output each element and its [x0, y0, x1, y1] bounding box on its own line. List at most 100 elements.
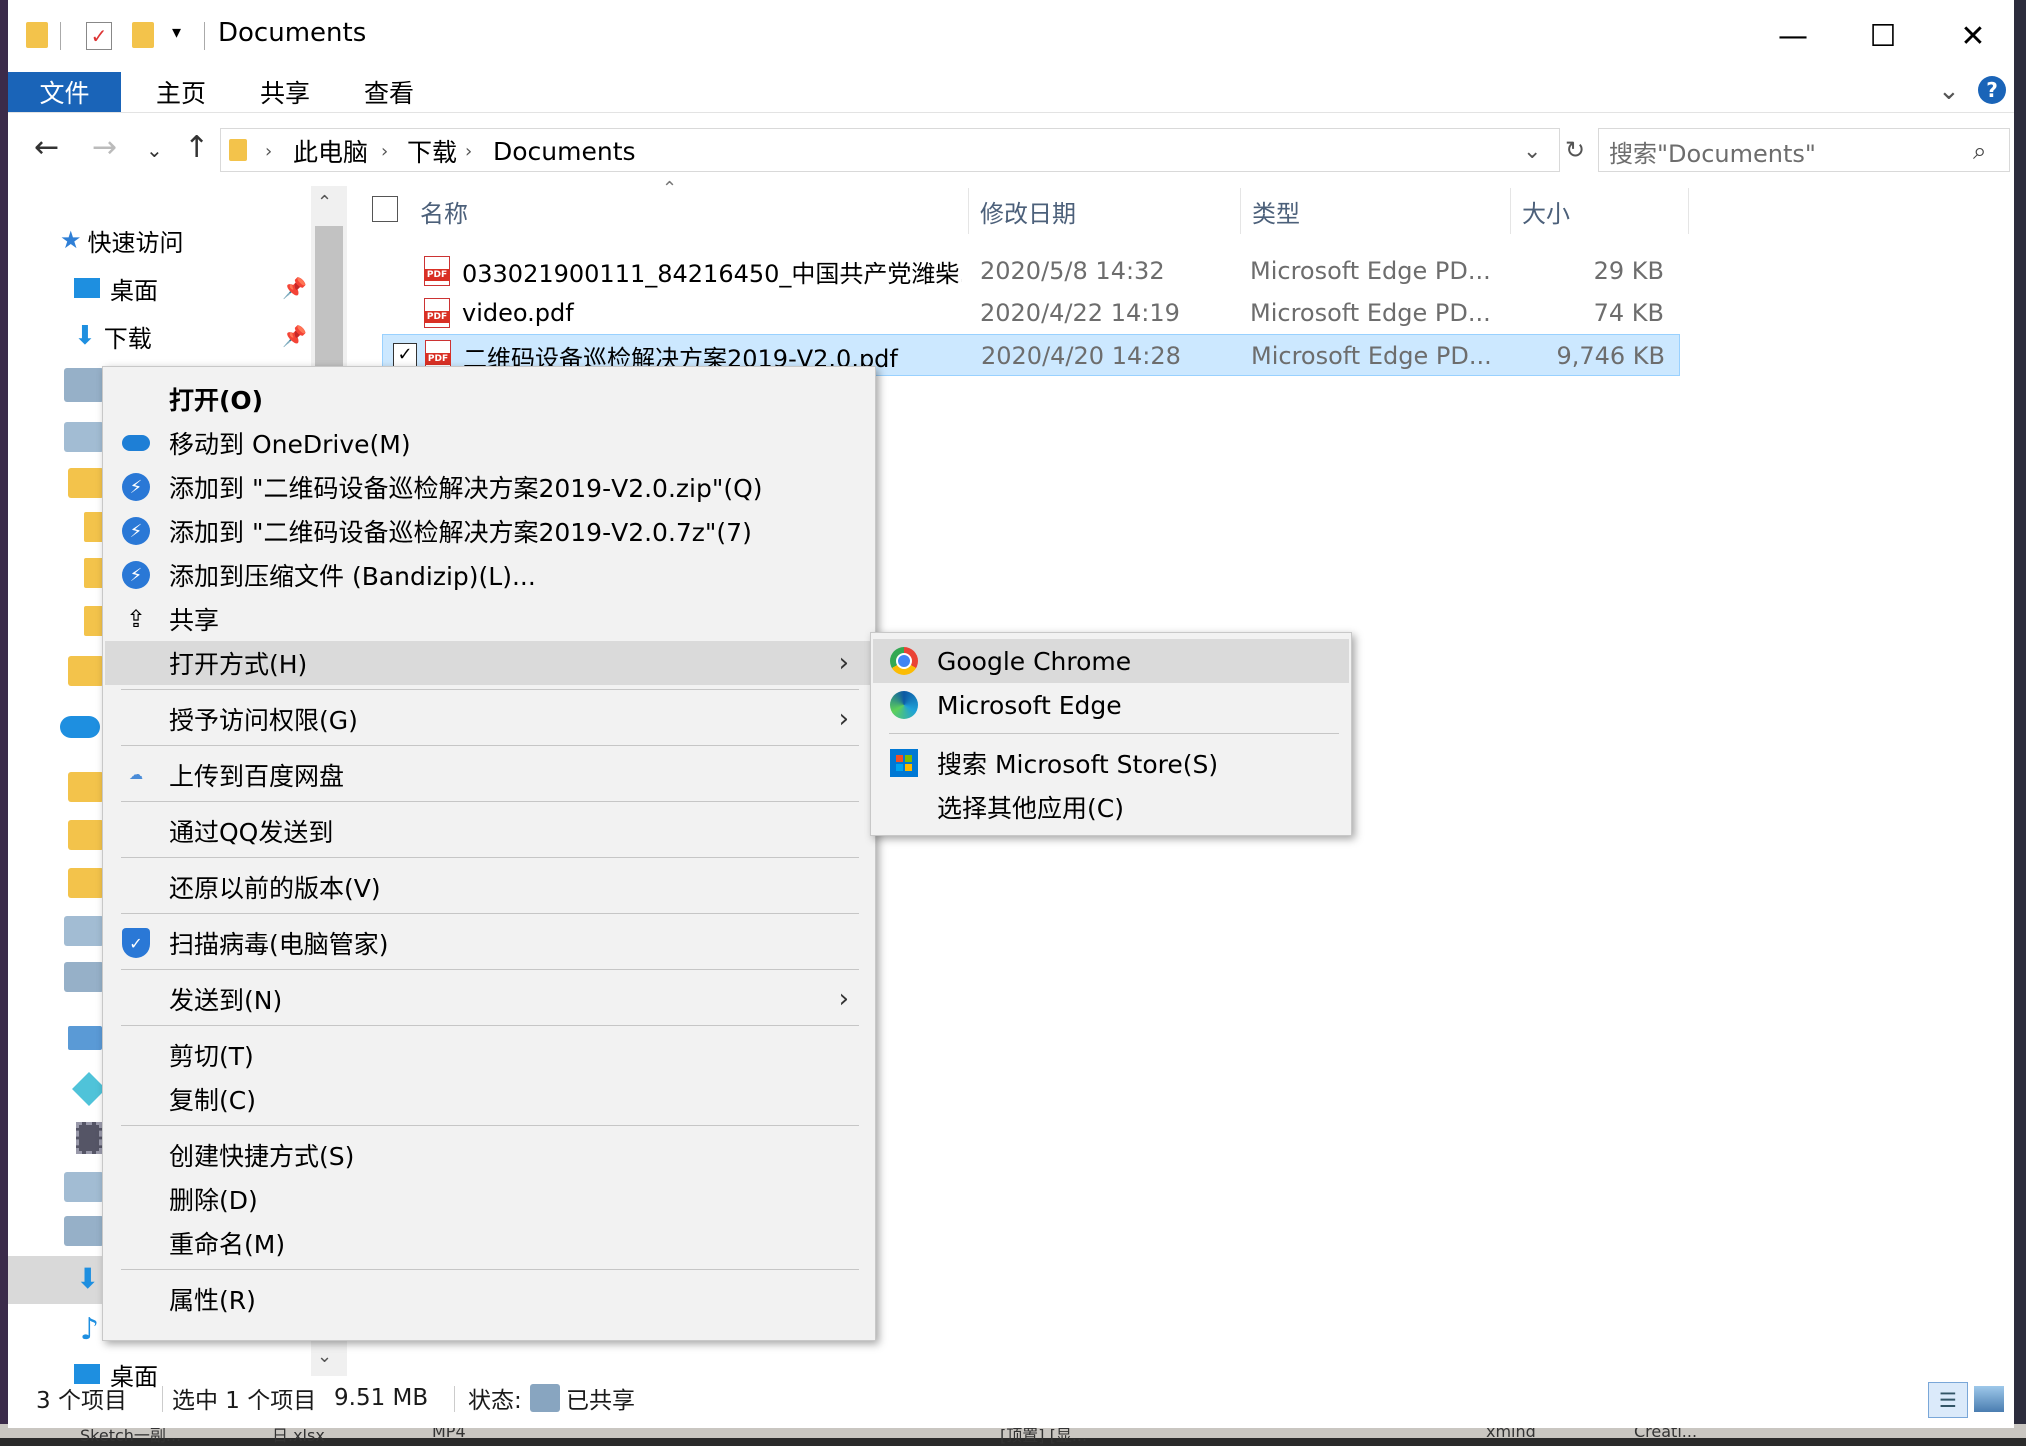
- folder-icon[interactable]: [68, 656, 104, 686]
- file-row[interactable]: video.pdf 2020/4/22 14:19 Microsoft Edge…: [382, 292, 1680, 334]
- column-header-name[interactable]: 名称: [420, 188, 960, 234]
- shared-folder-icon[interactable]: [64, 916, 104, 946]
- scroll-down-icon[interactable]: ⌄: [317, 1346, 332, 1367]
- nav-item-downloads[interactable]: ⬇ 下载 📌: [74, 316, 314, 356]
- folder-icon[interactable]: [68, 468, 104, 498]
- menu-item-open[interactable]: 打开(O): [105, 377, 873, 421]
- tab-file[interactable]: 文件: [8, 72, 121, 112]
- submenu-item-choose-other[interactable]: 选择其他应用(C): [873, 785, 1349, 829]
- star-icon: ★: [60, 226, 82, 254]
- menu-item-cut[interactable]: 剪切(T): [105, 1033, 873, 1077]
- nav-label: 下载: [103, 324, 152, 353]
- column-divider[interactable]: [1240, 188, 1241, 234]
- breadcrumb-documents[interactable]: Documents: [493, 129, 636, 173]
- menu-item-send-qq[interactable]: 通过QQ发送到: [105, 809, 873, 853]
- shared-folder-icon[interactable]: [64, 1172, 104, 1202]
- onedrive-icon[interactable]: [60, 716, 100, 738]
- folder-icon[interactable]: [84, 606, 104, 636]
- menu-item-restore-versions[interactable]: 还原以前的版本(V): [105, 865, 873, 909]
- shared-folder-icon[interactable]: [64, 368, 104, 402]
- tab-home[interactable]: 主页: [136, 72, 226, 112]
- chevron-right-icon: ›: [838, 984, 849, 1014]
- submenu-item-edge[interactable]: Microsoft Edge: [873, 683, 1349, 727]
- menu-item-add-zip[interactable]: ⚡ 添加到 "二维码设备巡检解决方案2019-V2.0.zip"(Q): [105, 465, 873, 509]
- menu-label: 重命名(M): [169, 1230, 286, 1259]
- address-dropdown-icon[interactable]: ⌄: [1523, 129, 1541, 173]
- folder-icon[interactable]: [68, 772, 104, 802]
- large-icons-view-icon[interactable]: [1974, 1386, 2004, 1412]
- row-checkbox[interactable]: ✓: [393, 343, 417, 367]
- pin-icon[interactable]: 📌: [282, 324, 307, 348]
- videos-icon[interactable]: [76, 1122, 102, 1154]
- folder-icon[interactable]: [68, 868, 104, 898]
- recent-locations-icon[interactable]: ⌄: [146, 138, 163, 162]
- bandizip-icon: ⚡: [121, 472, 151, 502]
- up-arrow-icon[interactable]: ↑: [184, 130, 209, 165]
- menu-item-properties[interactable]: 属性(R): [105, 1277, 873, 1321]
- menu-item-open-with[interactable]: 打开方式(H) ›: [105, 641, 873, 685]
- close-button[interactable]: ✕: [1928, 0, 2014, 72]
- search-icon[interactable]: ⌕: [1973, 129, 1986, 173]
- folder-icon[interactable]: [68, 820, 104, 850]
- scrollbar-thumb[interactable]: [315, 226, 343, 376]
- breadcrumb-separator-icon[interactable]: ›: [381, 129, 388, 173]
- ribbon-expand-icon[interactable]: ⌄: [1938, 76, 1960, 106]
- maximize-button[interactable]: ☐: [1838, 0, 1928, 72]
- menu-item-delete[interactable]: 删除(D): [105, 1177, 873, 1221]
- qat-dropdown-icon[interactable]: ▾: [172, 22, 181, 43]
- 3d-objects-icon[interactable]: [72, 1072, 106, 1106]
- menu-item-upload-baidu[interactable]: ☁ 上传到百度网盘: [105, 753, 873, 797]
- tab-share[interactable]: 共享: [240, 72, 330, 112]
- menu-item-add-archive[interactable]: ⚡ 添加到压缩文件 (Bandizip)(L)...: [105, 553, 873, 597]
- menu-item-rename[interactable]: 重命名(M): [105, 1221, 873, 1265]
- pin-icon[interactable]: 📌: [282, 276, 307, 300]
- menu-item-share[interactable]: ⇪ 共享: [105, 597, 873, 641]
- file-row[interactable]: 033021900111_84216450_中国共产党潍柴... 2020/5/…: [382, 250, 1680, 292]
- music-icon[interactable]: ♪: [80, 1312, 99, 1347]
- menu-item-send-to[interactable]: 发送到(N) ›: [105, 977, 873, 1021]
- column-header-type[interactable]: 类型: [1252, 188, 1502, 234]
- submenu-item-store[interactable]: 搜索 Microsoft Store(S): [873, 741, 1349, 785]
- shared-folder-icon[interactable]: [64, 962, 104, 992]
- column-header-size[interactable]: 大小: [1522, 188, 1682, 234]
- column-divider[interactable]: [1688, 188, 1689, 234]
- menu-label: 创建快捷方式(S): [169, 1142, 355, 1171]
- column-divider[interactable]: [1510, 188, 1511, 234]
- menu-item-copy[interactable]: 复制(C): [105, 1077, 873, 1121]
- details-view-icon[interactable]: ☰: [1928, 1382, 1968, 1418]
- column-divider[interactable]: [968, 188, 969, 234]
- menu-item-add-7z[interactable]: ⚡ 添加到 "二维码设备巡检解决方案2019-V2.0.7z"(7): [105, 509, 873, 553]
- breadcrumb-this-pc[interactable]: 此电脑: [293, 129, 368, 173]
- address-bar[interactable]: › 此电脑 › 下载 › Documents ⌄: [220, 128, 1560, 172]
- shared-folder-icon[interactable]: [64, 422, 104, 452]
- help-icon[interactable]: ?: [1978, 76, 2006, 104]
- folder-icon[interactable]: [84, 558, 104, 588]
- menu-item-move-to-onedrive[interactable]: 移动到 OneDrive(M): [105, 421, 873, 465]
- back-arrow-icon[interactable]: ←: [34, 130, 59, 165]
- new-folder-icon[interactable]: [132, 22, 154, 48]
- shared-folder-icon[interactable]: [64, 1216, 104, 1246]
- search-box[interactable]: 搜索"Documents" ⌕: [1598, 128, 2010, 172]
- tab-view[interactable]: 查看: [344, 72, 434, 112]
- title-divider: [204, 22, 205, 50]
- column-header-date[interactable]: 修改日期: [980, 188, 1240, 234]
- nav-item-desktop[interactable]: 桌面 📌: [74, 268, 314, 308]
- select-all-checkbox[interactable]: [372, 196, 398, 222]
- forward-arrow-icon[interactable]: →: [92, 130, 117, 165]
- folder-icon[interactable]: [84, 512, 104, 542]
- breadcrumb-separator-icon[interactable]: ›: [265, 129, 272, 173]
- submenu-item-chrome[interactable]: Google Chrome: [873, 639, 1349, 683]
- ribbon-divider: [8, 112, 2014, 113]
- breadcrumb-separator-icon[interactable]: ›: [465, 129, 472, 173]
- menu-item-grant-access[interactable]: 授予访问权限(G) ›: [105, 697, 873, 741]
- properties-icon[interactable]: ✓: [86, 22, 112, 50]
- menu-item-scan-virus[interactable]: ✓ 扫描病毒(电脑管家): [105, 921, 873, 965]
- refresh-icon[interactable]: ↻: [1560, 128, 1590, 172]
- nav-item-quick-access[interactable]: ★ 快速访问: [60, 220, 184, 260]
- search-input[interactable]: 搜索"Documents": [1609, 129, 1816, 173]
- scroll-up-icon[interactable]: ⌃: [317, 192, 332, 213]
- this-pc-icon[interactable]: [68, 1026, 102, 1050]
- menu-item-create-shortcut[interactable]: 创建快捷方式(S): [105, 1133, 873, 1177]
- minimize-button[interactable]: —: [1748, 0, 1838, 72]
- breadcrumb-downloads[interactable]: 下载: [407, 129, 457, 173]
